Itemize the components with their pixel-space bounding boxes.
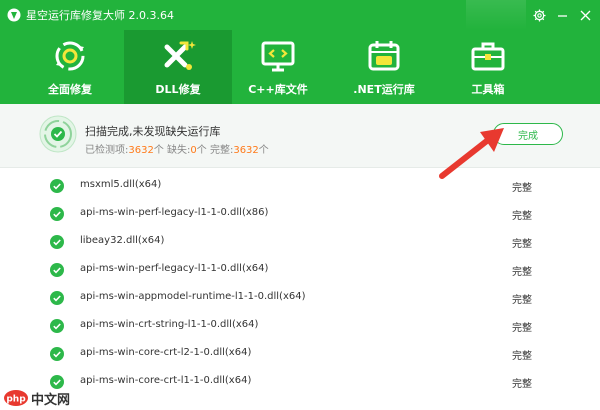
list-item: api-ms-win-perf-legacy-l1-1-0.dll(x64) 完… <box>0 256 600 284</box>
dll-name: msxml5.dll(x64) <box>80 179 162 190</box>
dll-status: 完整 <box>512 295 532 306</box>
tab-label: C++库文件 <box>248 83 308 96</box>
list-item: api-ms-win-appmodel-runtime-l1-1-0.dll(x… <box>0 284 600 312</box>
tab-cpp-library[interactable]: C++库文件 <box>224 30 332 104</box>
complete-unit: 个 <box>258 145 269 156</box>
app-logo-icon <box>7 8 21 22</box>
check-circle-icon <box>50 347 64 361</box>
dll-status: 完整 <box>512 351 532 362</box>
close-button[interactable] <box>576 6 594 24</box>
minimize-icon <box>557 14 567 17</box>
missing-unit: 个 <box>196 145 207 156</box>
list-item: libeay32.dll(x64) 完整 <box>0 228 600 256</box>
tab-toolbox[interactable]: 工具箱 <box>434 30 542 104</box>
dll-name: api-ms-win-perf-legacy-l1-1-0.dll(x64) <box>80 263 269 274</box>
list-item: api-ms-win-core-crt-l2-1-0.dll(x64) 完整 <box>0 340 600 368</box>
minimize-button[interactable] <box>553 6 571 24</box>
dll-name: libeay32.dll(x64) <box>80 235 165 246</box>
settings-button[interactable] <box>530 6 548 24</box>
check-circle-icon <box>50 319 64 333</box>
code-monitor-icon <box>261 41 295 72</box>
watermark: php 中文网 <box>3 388 70 408</box>
list-item: api-ms-win-perf-legacy-l1-1-0.dll(x86) 完… <box>0 200 600 228</box>
tab-label: 工具箱 <box>471 83 505 96</box>
scan-result-title: 扫描完成,未发现缺失运行库 <box>85 125 221 138</box>
close-icon <box>580 10 590 20</box>
check-circle-icon <box>50 207 64 221</box>
app-header: 星空运行库修复大师 2.0.3.64 全面修复 DLL修复 C++库文件 .NE… <box>0 0 600 104</box>
php-logo-icon: php <box>4 390 28 406</box>
dll-name: api-ms-win-core-crt-l1-1-0.dll(x64) <box>80 375 252 386</box>
net-calendar-icon <box>368 41 400 71</box>
complete-count: 3632 <box>233 145 259 156</box>
dll-name: api-ms-win-appmodel-runtime-l1-1-0.dll(x… <box>80 291 306 302</box>
tab-label: 全面修复 <box>48 83 92 96</box>
dll-name: api-ms-win-core-crt-l2-1-0.dll(x64) <box>80 347 252 358</box>
complete-label: 完整: <box>209 145 234 156</box>
list-item: api-ms-win-crt-string-l1-1-0.dll(x64) 完整 <box>0 312 600 340</box>
list-item: api-ms-win-core-crt-l1-1-0.dll(x64) 完整 <box>0 368 600 396</box>
checked-count: 3632 <box>128 145 154 156</box>
dll-name: api-ms-win-perf-legacy-l1-1-0.dll(x86) <box>80 207 269 218</box>
dll-status: 完整 <box>512 211 532 222</box>
title-decoration <box>466 0 526 30</box>
checked-label: 已检测项: <box>85 145 129 156</box>
dll-status: 完整 <box>512 183 532 194</box>
tab-label: .NET运行库 <box>353 83 415 96</box>
dll-status: 完整 <box>512 379 532 390</box>
check-circle-icon <box>50 263 64 277</box>
checked-unit: 个 <box>153 145 164 156</box>
tab-label: DLL修复 <box>155 83 201 96</box>
tab-net-runtime[interactable]: .NET运行库 <box>330 30 438 104</box>
check-circle-icon <box>50 375 64 389</box>
dll-list: msxml5.dll(x64) 完整 api-ms-win-perf-legac… <box>0 172 600 410</box>
dll-tools-icon <box>164 41 196 70</box>
check-circle-icon <box>50 291 64 305</box>
scan-complete-icon <box>39 115 77 153</box>
tab-full-repair[interactable]: 全面修复 <box>16 30 124 104</box>
app-title: 星空运行库修复大师 2.0.3.64 <box>26 9 174 22</box>
check-circle-icon <box>50 235 64 249</box>
gear-icon <box>532 8 546 22</box>
dll-status: 完整 <box>512 239 532 250</box>
watermark-text: 中文网 <box>31 392 71 408</box>
list-item: msxml5.dll(x64) 完整 <box>0 172 600 200</box>
svg-text:php: php <box>6 395 26 405</box>
tab-dll-repair[interactable]: DLL修复 <box>124 30 232 104</box>
main-tabs: 全面修复 DLL修复 C++库文件 .NET运行库 工具箱 <box>0 30 600 104</box>
dll-status: 完整 <box>512 323 532 334</box>
dll-status: 完整 <box>512 267 532 278</box>
scan-counts: 已检测项:3632个 缺失:0个 完整:3632个 <box>85 141 269 156</box>
title-bar[interactable]: 星空运行库修复大师 2.0.3.64 <box>0 0 600 30</box>
check-circle-icon <box>50 179 64 193</box>
recycle-repair-icon <box>55 41 85 71</box>
toolbox-icon <box>471 42 505 71</box>
dll-name: api-ms-win-crt-string-l1-1-0.dll(x64) <box>80 319 259 330</box>
missing-label: 缺失: <box>167 145 191 156</box>
